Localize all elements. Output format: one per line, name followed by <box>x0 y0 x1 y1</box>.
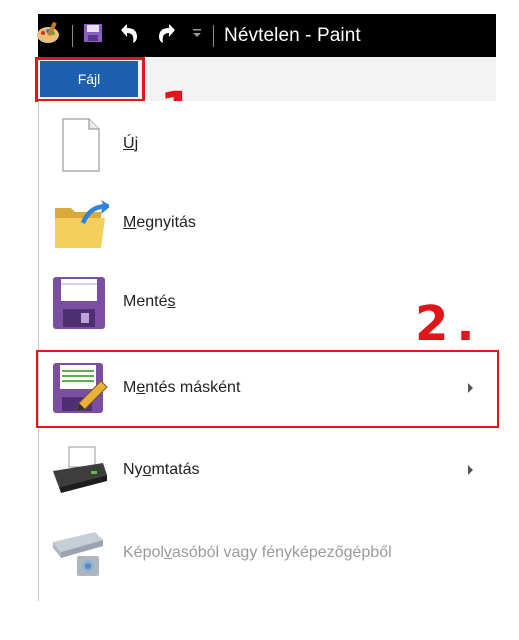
title-bar: Névtelen - Paint <box>36 14 496 57</box>
new-document-icon <box>51 115 109 173</box>
redo-icon[interactable] <box>155 22 179 49</box>
printer-icon <box>51 441 109 499</box>
open-folder-icon <box>51 194 111 252</box>
save-floppy-icon <box>51 273 109 331</box>
menu-item-label: Mentés <box>123 293 176 310</box>
scanner-camera-icon <box>51 524 109 582</box>
menu-item-from-scanner[interactable]: Képolvasóból vagy fényképezőgépből <box>39 514 497 592</box>
menu-item-label: Új <box>123 135 139 152</box>
window-title: Névtelen - Paint <box>224 24 361 46</box>
file-tab-highlight <box>35 57 145 102</box>
step-2-callout: 2. <box>415 296 483 352</box>
save-as-highlight <box>36 350 499 428</box>
title-separator <box>72 24 73 47</box>
menu-item-print[interactable]: Nyomtatás <box>39 431 497 509</box>
save-icon[interactable] <box>83 23 103 48</box>
menu-item-label: Nyomtatás <box>123 461 200 478</box>
submenu-arrow-icon <box>468 465 473 475</box>
menu-item-label: Megnyitás <box>123 214 196 231</box>
undo-icon[interactable] <box>117 22 141 49</box>
customize-dropdown-icon[interactable] <box>191 26 203 45</box>
paint-palette-icon[interactable] <box>36 20 62 51</box>
menu-item-label: Képolvasóból vagy fényképezőgépből <box>123 544 392 561</box>
title-separator-2 <box>213 24 214 47</box>
menu-item-new[interactable]: Új <box>39 105 497 183</box>
menu-item-open[interactable]: Megnyitás <box>39 184 497 262</box>
